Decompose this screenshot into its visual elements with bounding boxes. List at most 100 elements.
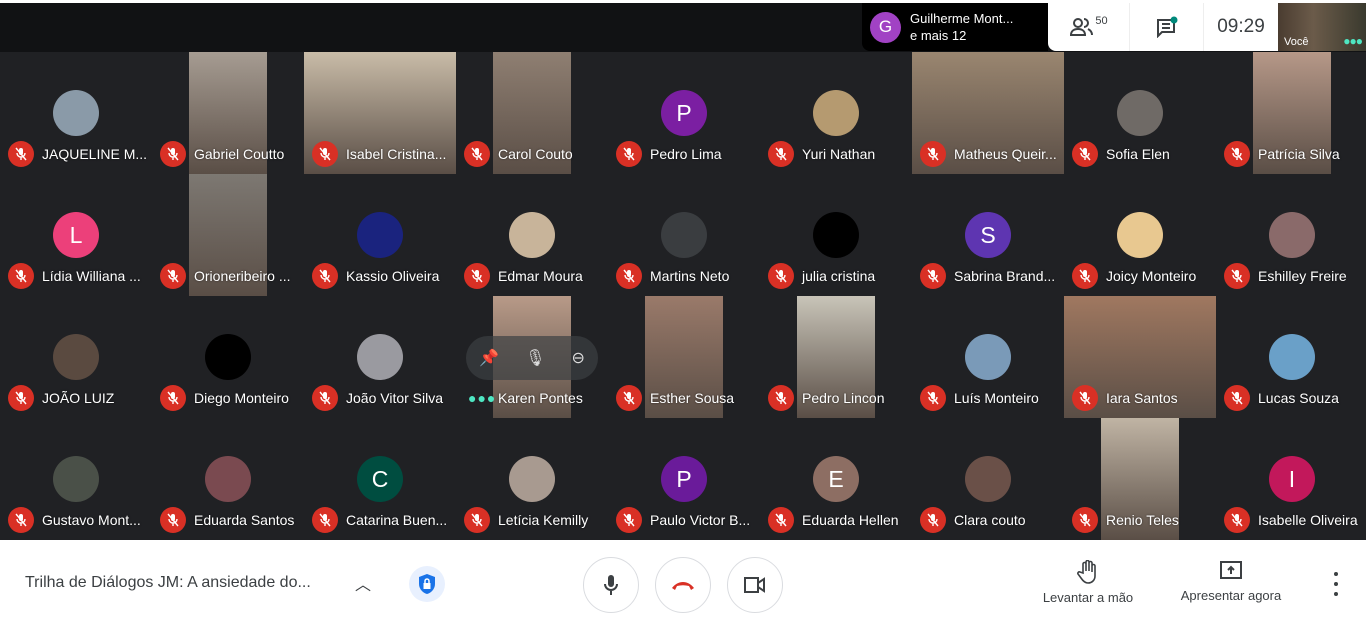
participant-tile[interactable]: Carol Couto (456, 52, 608, 174)
participant-name: Lucas Souza (1258, 390, 1339, 406)
chevron-up-icon[interactable]: ︿ (355, 571, 371, 595)
participant-tile[interactable]: S Sabrina Brand... (912, 174, 1064, 296)
participant-name: Gabriel Coutto (194, 146, 285, 162)
self-view[interactable]: Você ●●● (1278, 3, 1366, 51)
mic-button[interactable] (583, 557, 639, 613)
host-controls-button[interactable] (409, 566, 445, 602)
participant-name: Clara couto (954, 512, 1026, 528)
participant-avatar: P (661, 456, 707, 502)
pin-icon[interactable]: 📌 (479, 348, 499, 368)
participant-name: Lídia Williana ... (42, 268, 141, 284)
participant-tile[interactable]: Sofia Elen (1064, 52, 1216, 174)
participant-tile[interactable]: Edmar Moura (456, 174, 608, 296)
mic-off-icon (1072, 385, 1098, 411)
mic-off-icon (1224, 385, 1250, 411)
participant-tile[interactable]: Yuri Nathan (760, 52, 912, 174)
participant-tile[interactable]: Gabriel Coutto (152, 52, 304, 174)
participant-avatar: L (53, 212, 99, 258)
participant-tile[interactable]: E Eduarda Hellen (760, 418, 912, 540)
mic-off-icon (312, 263, 338, 289)
participant-avatar (813, 90, 859, 136)
meeting-title[interactable]: Trilha de Diálogos JM: A ansiedade do... (25, 574, 311, 592)
participant-tile[interactable]: L Lídia Williana ... (0, 174, 152, 296)
shield-lock-icon (419, 574, 435, 594)
participant-avatar (965, 334, 1011, 380)
mic-off-icon (160, 263, 186, 289)
avatar-letter: P (676, 99, 692, 126)
participant-name: Orioneribeiro ... (194, 268, 291, 284)
participant-avatar (1269, 334, 1315, 380)
participant-tile[interactable]: P Pedro Lima (608, 52, 760, 174)
participant-avatar: C (357, 456, 403, 502)
participant-tile[interactable]: Joicy Monteiro (1064, 174, 1216, 296)
participant-tile[interactable]: julia cristina (760, 174, 912, 296)
participant-tile[interactable]: Lucas Souza (1216, 296, 1366, 418)
participant-name: Sabrina Brand... (954, 268, 1056, 284)
participant-tile[interactable]: Matheus Queir... (912, 52, 1064, 174)
participant-tile[interactable]: P Paulo Victor B... (608, 418, 760, 540)
participant-tile[interactable]: Luís Monteiro (912, 296, 1064, 418)
participant-tile[interactable]: Iara Santos (1064, 296, 1216, 418)
participant-tile[interactable]: João Vitor Silva (304, 296, 456, 418)
hangup-button[interactable] (655, 557, 711, 613)
participant-tile[interactable]: JAQUELINE M... (0, 52, 152, 174)
participant-tile[interactable]: Kassio Oliveira (304, 174, 456, 296)
participant-name: JAQUELINE M... (42, 146, 148, 162)
speaker-name: Guilherme Mont... (910, 11, 1014, 26)
participant-tile[interactable]: Renio Teles (1064, 418, 1216, 540)
participant-avatar (661, 212, 707, 258)
participant-avatar (205, 456, 251, 502)
participant-name: Iara Santos (1106, 390, 1178, 406)
participant-tile[interactable]: Eshilley Freire (1216, 174, 1366, 296)
participant-tile[interactable]: 📌 🎙 ⊖ ●●● Karen Pontes (456, 296, 608, 418)
mic-off-icon (312, 385, 338, 411)
mic-off-icon (616, 385, 642, 411)
people-icon (1070, 18, 1094, 36)
mic-off-icon (160, 385, 186, 411)
participant-tile[interactable]: Letícia Kemilly (456, 418, 608, 540)
participant-tile[interactable]: Diego Monteiro (152, 296, 304, 418)
participant-tile[interactable]: Patrícia Silva (1216, 52, 1366, 174)
raise-hand-button[interactable]: Levantar a mão (1034, 560, 1142, 605)
more-options-icon[interactable] (1326, 572, 1346, 596)
present-now-button[interactable]: Apresentar agora (1172, 560, 1290, 603)
participant-tile[interactable]: Esther Sousa (608, 296, 760, 418)
avatar-letter: L (69, 221, 83, 248)
chat-button[interactable] (1130, 3, 1204, 51)
mic-off-icon (8, 263, 34, 289)
camera-button[interactable] (727, 557, 783, 613)
participant-tile[interactable]: C Catarina Buen... (304, 418, 456, 540)
mic-off-icon (1072, 507, 1098, 533)
participant-tile[interactable]: Clara couto (912, 418, 1064, 540)
participant-tile[interactable]: JOÃO LUIZ (0, 296, 152, 418)
participant-tile[interactable]: Pedro Lincon (760, 296, 912, 418)
participant-avatar: P (661, 90, 707, 136)
participant-avatar (53, 90, 99, 136)
participant-tile[interactable]: Gustavo Mont... (0, 418, 152, 540)
participant-tile[interactable]: Orioneribeiro ... (152, 174, 304, 296)
mic-off-icon (312, 507, 338, 533)
mic-icon[interactable]: 🎙 (525, 348, 545, 368)
participant-tile[interactable]: I Isabelle Oliveira (1216, 418, 1366, 540)
participant-avatar (53, 456, 99, 502)
participants-button[interactable]: 50 (1048, 3, 1130, 51)
control-bar: Trilha de Diálogos JM: A ansiedade do...… (0, 540, 1366, 617)
participant-name: JOÃO LUIZ (42, 390, 115, 406)
participant-avatar (357, 334, 403, 380)
more-dots-icon[interactable]: ●●● (1343, 34, 1363, 48)
mic-off-icon (1224, 141, 1250, 167)
mic-off-icon (920, 385, 946, 411)
mic-off-icon (616, 263, 642, 289)
participant-tile[interactable]: Martins Neto (608, 174, 760, 296)
participant-name: Gustavo Mont... (42, 512, 141, 528)
remove-icon[interactable]: ⊖ (572, 348, 585, 368)
participant-name: Carol Couto (498, 146, 573, 162)
tile-controls: 📌 🎙 ⊖ (466, 336, 598, 380)
participant-avatar (1117, 90, 1163, 136)
mic-off-icon (464, 263, 490, 289)
participant-tile[interactable]: Isabel Cristina... (304, 52, 456, 174)
participant-avatar (357, 212, 403, 258)
mic-off-icon (616, 507, 642, 533)
participant-tile[interactable]: Eduarda Santos (152, 418, 304, 540)
participant-name: Karen Pontes (498, 390, 583, 406)
